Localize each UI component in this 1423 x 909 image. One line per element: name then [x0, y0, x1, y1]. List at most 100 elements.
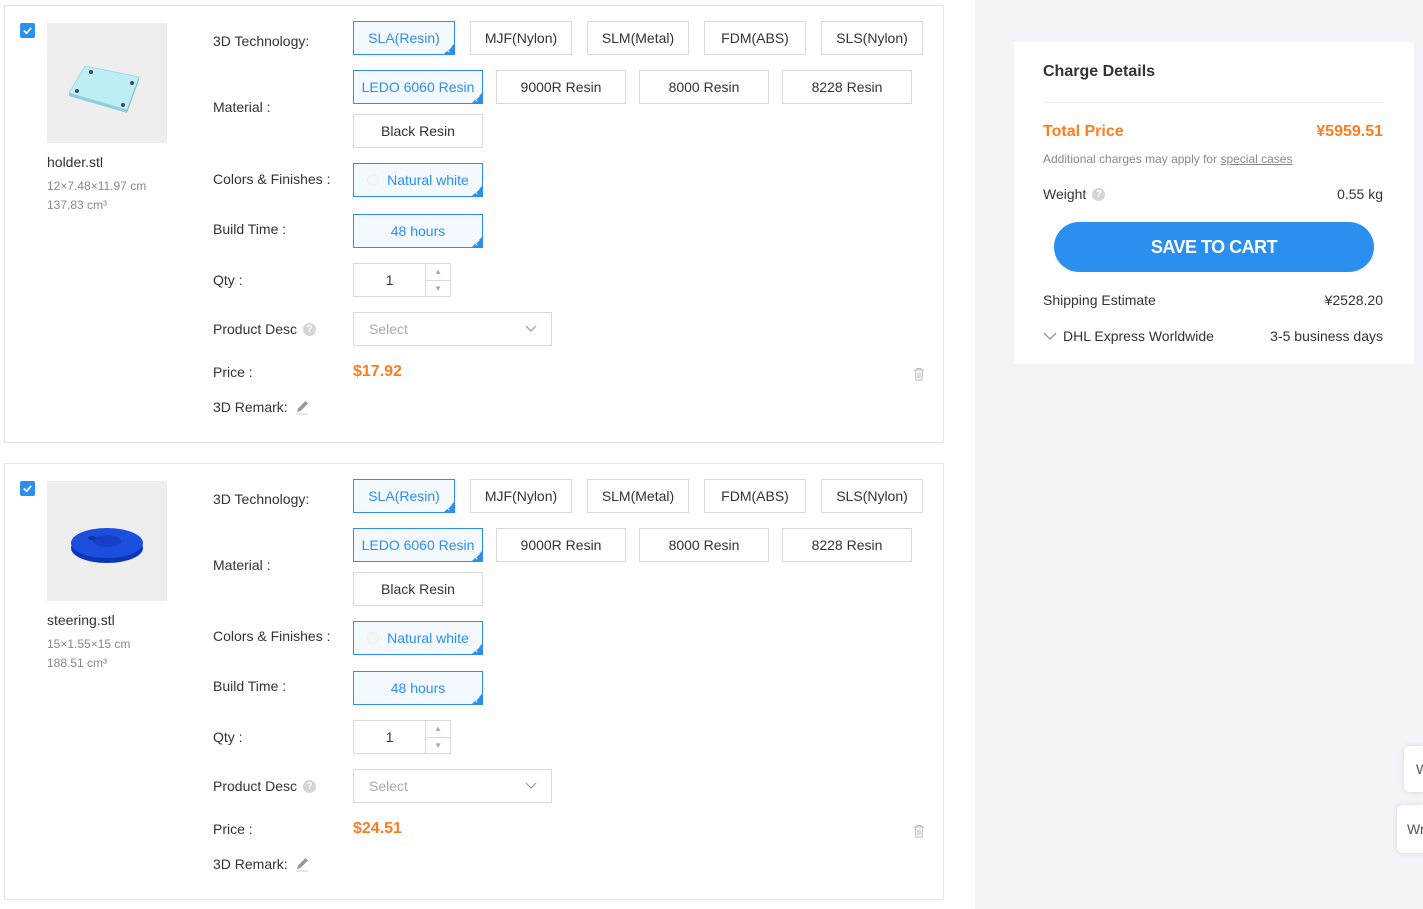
material-option-8228[interactable]: 8228 Resin [782, 70, 912, 104]
trash-icon[interactable] [913, 824, 925, 838]
remark-label: 3D Remark: [213, 399, 310, 415]
check-icon [23, 27, 32, 35]
product-desc-text: Product Desc [213, 778, 298, 794]
item-checkbox[interactable] [20, 481, 35, 496]
product-desc-label: Product Desc ? [213, 778, 317, 794]
help-icon[interactable]: ? [1092, 187, 1106, 201]
special-cases-link[interactable]: special cases [1220, 152, 1292, 166]
material-option-9000r[interactable]: 9000R Resin [496, 70, 626, 104]
build-time-option[interactable]: 48 hours [353, 214, 483, 248]
color-option-label: Natural white [387, 630, 469, 646]
tech-option-mjf[interactable]: MJF(Nylon) [470, 479, 572, 513]
material-label: Material : [213, 99, 271, 115]
file-volume: 188.51 cm³ [47, 656, 108, 670]
quantity-stepper[interactable]: 1 ▲ ▼ [353, 720, 451, 754]
color-option-label: Natural white [387, 172, 469, 188]
carrier-dropdown[interactable]: DHL Express Worldwide [1043, 328, 1214, 344]
increment-button[interactable]: ▲ [426, 721, 450, 738]
material-option-9000r[interactable]: 9000R Resin [496, 528, 626, 562]
carrier-name: DHL Express Worldwide [1063, 328, 1214, 344]
technology-label: 3D Technology: [213, 33, 310, 49]
material-option-black[interactable]: Black Resin [353, 572, 483, 606]
product-desc-text: Product Desc [213, 321, 298, 337]
decrement-button[interactable]: ▼ [426, 738, 450, 754]
color-swatch [367, 632, 380, 644]
delivery-time: 3-5 business days [1270, 328, 1383, 344]
material-option-ledo6060[interactable]: LEDO 6060 Resin [353, 528, 483, 562]
side-float-tab[interactable]: W [1404, 746, 1423, 792]
material-option-8000[interactable]: 8000 Resin [639, 70, 769, 104]
weight-label: Weight ? [1043, 186, 1106, 202]
additional-charges-text: Additional charges may apply for [1043, 152, 1218, 166]
cart-item-card: holder.stl 12×7.48×11.97 cm 137.83 cm³ 3… [4, 5, 944, 443]
cart-items-area: holder.stl 12×7.48×11.97 cm 137.83 cm³ 3… [0, 0, 975, 909]
colors-label: Colors & Finishes : [213, 171, 331, 187]
tech-option-slm[interactable]: SLM(Metal) [587, 21, 689, 55]
price-label: Price : [213, 821, 253, 837]
cart-item-card: steering.stl 15×1.55×15 cm 188.51 cm³ 3D… [4, 463, 944, 900]
quantity-stepper[interactable]: 1 ▲ ▼ [353, 263, 451, 297]
remark-label: 3D Remark: [213, 856, 310, 872]
file-dimensions: 15×1.55×15 cm [47, 637, 131, 651]
tech-option-sls[interactable]: SLS(Nylon) [821, 21, 923, 55]
tech-option-sla[interactable]: SLA(Resin) [353, 479, 455, 513]
charge-title: Charge Details [1043, 63, 1156, 80]
total-price-value: ¥5959.51 [1316, 123, 1383, 140]
help-icon[interactable]: ? [303, 779, 317, 793]
product-desc-select[interactable]: Select [353, 312, 552, 346]
charge-details-panel: Charge Details Total Price ¥5959.51 Addi… [1014, 42, 1414, 364]
steering-model-image [71, 528, 143, 563]
technology-label: 3D Technology: [213, 491, 310, 507]
side-float-tab[interactable]: Wr [1397, 805, 1423, 853]
material-label: Material : [213, 557, 271, 573]
price-label: Price : [213, 364, 253, 380]
tech-option-sls[interactable]: SLS(Nylon) [821, 479, 923, 513]
color-swatch [367, 174, 380, 186]
remark-text: 3D Remark: [213, 399, 288, 415]
material-option-8000[interactable]: 8000 Resin [639, 528, 769, 562]
tech-option-slm[interactable]: SLM(Metal) [587, 479, 689, 513]
trash-icon[interactable] [913, 367, 925, 381]
chevron-down-icon [1043, 332, 1057, 340]
color-option[interactable]: Natural white [353, 621, 483, 655]
qty-label: Qty : [213, 272, 243, 288]
colors-label: Colors & Finishes : [213, 628, 331, 644]
weight-value: 0.55 kg [1337, 186, 1383, 202]
additional-charges-note: Additional charges may apply for special… [1043, 152, 1292, 166]
color-option[interactable]: Natural white [353, 163, 483, 197]
item-price: $17.92 [353, 363, 402, 380]
quantity-arrows: ▲ ▼ [425, 264, 450, 296]
pencil-icon[interactable] [294, 399, 310, 415]
check-icon [23, 485, 32, 493]
file-name: steering.stl [47, 612, 115, 628]
divider [1043, 102, 1384, 103]
file-dimensions: 12×7.48×11.97 cm [47, 179, 147, 193]
build-time-label: Build Time : [213, 221, 287, 237]
tech-option-fdm[interactable]: FDM(ABS) [704, 21, 806, 55]
select-placeholder: Select [369, 778, 408, 794]
help-icon[interactable]: ? [303, 322, 317, 336]
quantity-input[interactable]: 1 [354, 264, 425, 296]
product-desc-label: Product Desc ? [213, 321, 317, 337]
model-thumbnail[interactable] [47, 23, 167, 143]
quantity-input[interactable]: 1 [354, 721, 425, 753]
item-checkbox[interactable] [20, 23, 35, 38]
item-price: $24.51 [353, 820, 402, 837]
build-time-label: Build Time : [213, 678, 287, 694]
increment-button[interactable]: ▲ [426, 264, 450, 281]
remark-text: 3D Remark: [213, 856, 288, 872]
pencil-icon[interactable] [294, 856, 310, 872]
tech-option-sla[interactable]: SLA(Resin) [353, 21, 455, 55]
tech-option-mjf[interactable]: MJF(Nylon) [470, 21, 572, 55]
save-to-cart-button[interactable]: SAVE TO CART [1054, 222, 1374, 272]
decrement-button[interactable]: ▼ [426, 281, 450, 297]
material-option-ledo6060[interactable]: LEDO 6060 Resin [353, 70, 483, 104]
weight-label-text: Weight [1043, 186, 1087, 202]
tech-option-fdm[interactable]: FDM(ABS) [704, 479, 806, 513]
chevron-down-icon [525, 782, 537, 789]
product-desc-select[interactable]: Select [353, 769, 552, 803]
material-option-8228[interactable]: 8228 Resin [782, 528, 912, 562]
build-time-option[interactable]: 48 hours [353, 671, 483, 705]
material-option-black[interactable]: Black Resin [353, 114, 483, 148]
model-thumbnail[interactable] [47, 481, 167, 601]
